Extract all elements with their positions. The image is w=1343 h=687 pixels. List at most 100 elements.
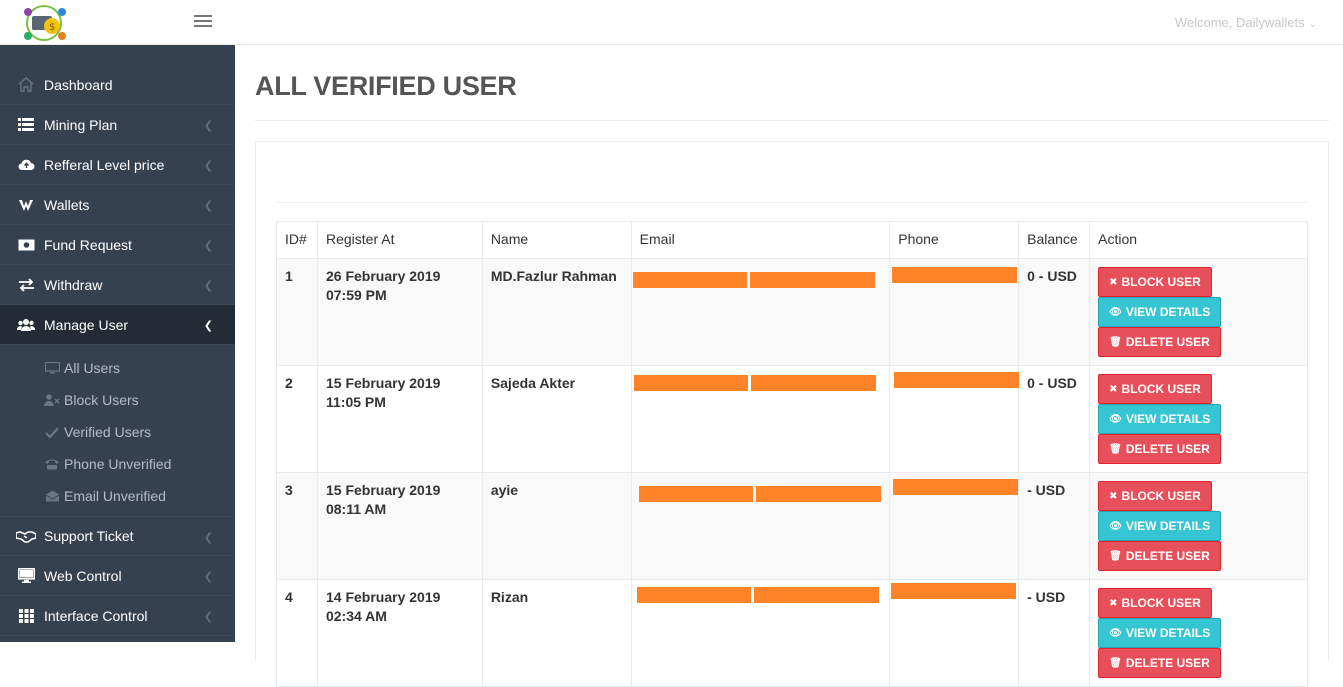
users-table: ID# Register At Name Email Phone Balance… (276, 221, 1308, 687)
table-row: 1 26 February 2019 07:59 PM MD.Fazlur Rah… (276, 258, 1308, 366)
sidebar-item-label: Web Control (44, 567, 122, 584)
chevron-left-icon: ❮ (203, 611, 213, 623)
register-date: 15 February 2019 (325, 375, 441, 391)
column-header: ID# (276, 221, 318, 259)
view-details-button[interactable]: 👁 VIEW DETAILS (1098, 297, 1222, 327)
sidebar-item-withdraw[interactable]: Withdraw ❮ (0, 265, 235, 305)
times-icon: ✖ (1109, 597, 1118, 609)
cell-name: MD.Fazlur Rahman (481, 258, 632, 366)
sidebar-item-dashboard[interactable]: Dashboard (0, 65, 235, 105)
cell-balance: 0 - USD (1018, 258, 1091, 366)
cell-action: ✖ BLOCK USER 👁 VIEW DETAILS 🗑 DELETE USER (1089, 579, 1308, 687)
button-label: DELETE USER (1125, 655, 1210, 670)
redaction-bar (893, 479, 1019, 495)
eye-icon: 👁 (1109, 413, 1122, 425)
cell-id: 4 (276, 579, 318, 687)
redaction-bar (749, 272, 875, 288)
home-icon (16, 77, 36, 93)
cell-action: ✖ BLOCK USER 👁 VIEW DETAILS 🗑 DELETE USER (1089, 365, 1308, 473)
user-menu[interactable]: Welcome, Dailywallets ⌄ (1175, 15, 1317, 30)
button-label: BLOCK USER (1121, 595, 1201, 610)
delete-user-button[interactable]: 🗑 DELETE USER (1098, 541, 1221, 571)
register-date: 15 February 2019 (325, 482, 441, 498)
delete-user-button[interactable]: 🗑 DELETE USER (1098, 648, 1221, 678)
column-header: Action (1089, 221, 1308, 259)
delete-user-button[interactable]: 🗑 DELETE USER (1098, 327, 1221, 357)
users-panel: ID# Register At Name Email Phone Balance… (255, 141, 1329, 687)
cell-id: 2 (276, 365, 318, 473)
cloud-upload-icon (16, 157, 36, 173)
redaction-bar (636, 587, 751, 603)
register-time: 11:05 PM (325, 394, 386, 410)
sidebar-item-refferal-level-price[interactable]: Refferal Level price ❮ (0, 145, 235, 185)
sidebar-item-label: Interface Control (44, 607, 148, 624)
submenu-item-phone-unverified[interactable]: Phone Unverified (0, 448, 235, 480)
divider (255, 120, 1329, 121)
divider (276, 202, 1308, 203)
column-header: Phone (889, 221, 1020, 259)
register-time: 02:34 AM (325, 608, 387, 624)
eye-icon: 👁 (1109, 627, 1122, 639)
column-header: Name (481, 221, 632, 259)
cell-register-at: 15 February 2019 11:05 PM (316, 365, 483, 473)
handshake-icon (16, 528, 36, 544)
menu-toggle-icon[interactable] (194, 15, 212, 29)
block-user-button[interactable]: ✖ BLOCK USER (1098, 267, 1212, 297)
cell-register-at: 15 February 2019 08:11 AM (316, 472, 483, 580)
button-label: VIEW DETAILS (1125, 625, 1211, 640)
submenu-item-all-users[interactable]: All Users (0, 352, 235, 384)
sidebar-item-wallets[interactable]: Wallets ❮ (0, 185, 235, 225)
cell-phone (889, 472, 1020, 580)
cell-email (630, 258, 891, 366)
main-content: ALL VERIFIED USER ID# Register At Name E… (235, 45, 1343, 687)
list-icon (16, 117, 36, 133)
view-details-button[interactable]: 👁 VIEW DETAILS (1098, 511, 1222, 541)
chevron-left-icon: ❮ (203, 120, 213, 132)
logo-icon[interactable]: $ (18, 2, 70, 44)
chevron-left-icon: ❮ (203, 200, 213, 212)
redaction-bar (894, 372, 1020, 388)
redaction-bar (632, 272, 747, 288)
button-label: BLOCK USER (1121, 274, 1201, 289)
button-label: VIEW DETAILS (1125, 304, 1211, 319)
sidebar-item-label: Dashboard (44, 76, 113, 93)
money-icon (16, 237, 36, 253)
view-details-button[interactable]: 👁 VIEW DETAILS (1098, 404, 1222, 434)
check-icon (44, 426, 60, 438)
trash-icon: 🗑 (1109, 443, 1122, 455)
chevron-down-icon: ⌄ (1308, 19, 1317, 30)
block-user-button[interactable]: ✖ BLOCK USER (1098, 481, 1212, 511)
delete-user-button[interactable]: 🗑 DELETE USER (1098, 434, 1221, 464)
sidebar-item-interface-control[interactable]: Interface Control ❮ (0, 596, 235, 636)
svg-text:$: $ (49, 22, 55, 33)
cell-action: ✖ BLOCK USER 👁 VIEW DETAILS 🗑 DELETE USER (1089, 258, 1308, 366)
page-title: ALL VERIFIED USER (255, 71, 517, 101)
view-details-button[interactable]: 👁 VIEW DETAILS (1098, 618, 1222, 648)
submenu-item-block-users[interactable]: Block Users (0, 384, 235, 416)
sidebar-item-label: Manage User (44, 316, 129, 333)
times-icon: ✖ (1109, 383, 1118, 395)
grid-icon (16, 608, 36, 624)
sidebar-item-fund-request[interactable]: Fund Request ❮ (0, 225, 235, 265)
cell-register-at: 14 February 2019 02:34 AM (316, 579, 483, 687)
trash-icon: 🗑 (1109, 336, 1122, 348)
welcome-text: Welcome, Dailywallets (1174, 15, 1305, 30)
submenu-item-verified-users[interactable]: Verified Users (0, 416, 235, 448)
submenu-item-email-unverified[interactable]: Email Unverified (0, 480, 235, 512)
wallet-icon (16, 197, 36, 213)
trash-icon: 🗑 (1109, 550, 1122, 562)
chevron-left-icon: ❮ (203, 160, 213, 172)
block-user-button[interactable]: ✖ BLOCK USER (1098, 588, 1212, 618)
sidebar-item-manage-user[interactable]: Manage User ❮ (0, 305, 235, 345)
button-label: DELETE USER (1125, 441, 1210, 456)
block-user-button[interactable]: ✖ BLOCK USER (1098, 374, 1212, 404)
exchange-icon (16, 277, 36, 293)
times-icon: ✖ (1109, 276, 1118, 288)
times-icon: ✖ (1109, 490, 1118, 502)
sidebar-item-label: Refferal Level price (44, 156, 165, 173)
sidebar-item-support-ticket[interactable]: Support Ticket ❮ (0, 516, 235, 556)
sidebar-item-web-control[interactable]: Web Control ❮ (0, 556, 235, 596)
sidebar-item-label: Fund Request (44, 236, 132, 253)
cell-name: Rizan (481, 579, 632, 687)
sidebar-item-mining-plan[interactable]: Mining Plan ❮ (0, 105, 235, 145)
